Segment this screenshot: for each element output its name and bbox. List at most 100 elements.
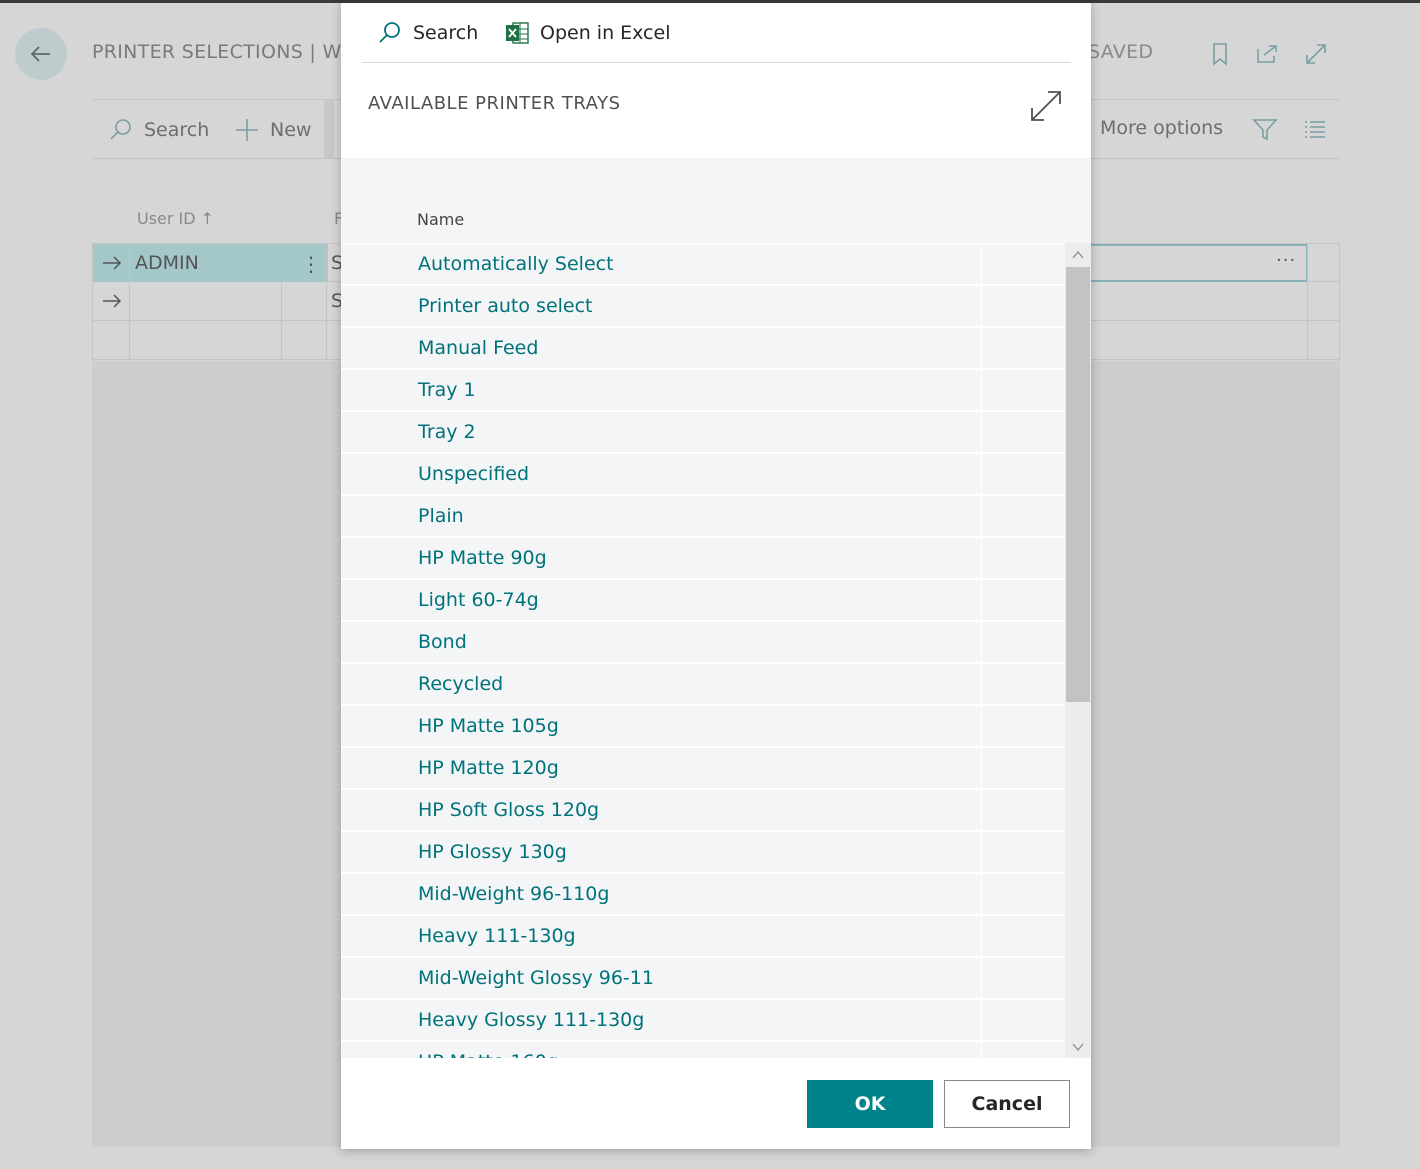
tray-name-link[interactable]: HP Matte 105g (418, 715, 559, 737)
open-in-excel-button[interactable]: Open in Excel (504, 20, 670, 46)
chevron-down-icon[interactable] (1070, 1039, 1086, 1055)
dialog-search-button[interactable]: Search (377, 20, 478, 46)
filter-button[interactable] (1252, 117, 1278, 143)
row-menu-button[interactable]: ⋮ (301, 252, 321, 276)
more-options-label: More options (1100, 117, 1224, 139)
chevron-up-icon[interactable] (1070, 247, 1086, 263)
tray-name-link[interactable]: HP Matte 90g (418, 547, 547, 569)
tray-name-link[interactable]: Recycled (418, 673, 503, 695)
list-item[interactable]: Unspecified (341, 453, 1065, 496)
plus-icon (236, 119, 258, 141)
list-item[interactable]: Automatically Select (341, 243, 1065, 286)
list-item[interactable]: Heavy 111-130g (341, 915, 1065, 958)
expand-page-button[interactable] (1303, 41, 1329, 67)
list-item[interactable]: Plain (341, 495, 1065, 538)
column-header-name[interactable]: Name (417, 210, 464, 229)
list-item[interactable]: Mid-Weight 96-110g (341, 873, 1065, 916)
dialog-title: AVAILABLE PRINTER TRAYS (368, 93, 621, 114)
search-icon (110, 119, 131, 140)
tray-name-link[interactable]: Light 60-74g (418, 589, 539, 611)
list-item[interactable]: HP Matte 90g (341, 537, 1065, 580)
cell-divider (281, 282, 282, 320)
more-options-button[interactable]: More options (1100, 117, 1223, 139)
tray-name-link[interactable]: Mid-Weight 96-110g (418, 883, 609, 905)
list-item[interactable]: HP Matte 160g (341, 1041, 1065, 1058)
cell-divider (326, 244, 327, 282)
scrollbar-thumb[interactable] (1066, 267, 1090, 702)
open-new-window-button[interactable] (1254, 41, 1280, 67)
ok-button[interactable]: OK (807, 1080, 933, 1128)
list-item[interactable]: Mid-Weight Glossy 96-11 (341, 957, 1065, 1000)
column-header-user-id[interactable]: User ID ↑ (137, 209, 214, 228)
dialog-expand-button[interactable] (1029, 89, 1063, 123)
list-item[interactable]: Light 60-74g (341, 579, 1065, 622)
cell-divider (981, 454, 982, 496)
excel-icon (506, 22, 529, 44)
list-view-button[interactable] (1302, 117, 1328, 143)
list-item[interactable]: Manual Feed (341, 327, 1065, 370)
cell-divider (981, 1000, 982, 1042)
cancel-button[interactable]: Cancel (944, 1080, 1070, 1128)
back-button[interactable] (15, 28, 67, 80)
list-icon (1305, 121, 1325, 138)
list-item[interactable]: HP Glossy 130g (341, 831, 1065, 874)
list-item[interactable]: Bond (341, 621, 1065, 664)
user-id-cell[interactable]: ADMIN (135, 252, 199, 274)
cell-divider (981, 580, 982, 622)
printer-trays-dialog: Search Open in Excel AVAILABLE PRINTER T… (341, 3, 1091, 1149)
cell-divider (981, 874, 982, 916)
cell-divider (326, 282, 327, 320)
list-item[interactable]: Tray 2 (341, 411, 1065, 454)
trays-list: Name Automatically Select Printer auto se… (341, 158, 1091, 1058)
list-item[interactable]: Heavy Glossy 111-130g (341, 999, 1065, 1042)
cell-divider (981, 286, 982, 328)
cell-divider (981, 370, 982, 412)
list-item[interactable]: HP Matte 105g (341, 705, 1065, 748)
cell-divider (981, 328, 982, 370)
tray-name-link[interactable]: HP Matte 120g (418, 757, 559, 779)
tray-name-link[interactable]: Bond (418, 631, 467, 653)
bookmark-button[interactable] (1207, 41, 1233, 67)
tray-name-link[interactable]: HP Matte 160g (418, 1051, 559, 1058)
tray-name-link[interactable]: HP Soft Gloss 120g (418, 799, 599, 821)
bookmark-icon (1213, 43, 1227, 66)
cell-divider (129, 321, 130, 359)
cell-divider (1307, 244, 1308, 282)
list-item[interactable]: Tray 1 (341, 369, 1065, 412)
list-item[interactable]: Recycled (341, 663, 1065, 706)
tray-name-link[interactable]: Heavy 111-130g (418, 925, 576, 947)
dialog-search-label: Search (413, 22, 479, 44)
bg-new-label: New (270, 119, 312, 141)
cell-divider (1307, 321, 1308, 359)
arrow-left-icon (30, 46, 50, 62)
bg-search-button[interactable]: Search (108, 117, 209, 143)
cell-divider (1307, 282, 1308, 320)
saved-status: SAVED (1088, 41, 1154, 63)
tray-name-link[interactable]: HP Glossy 130g (418, 841, 567, 863)
cell-divider (981, 496, 982, 538)
tray-name-link[interactable]: Manual Feed (418, 337, 538, 359)
expand-icon (1306, 44, 1326, 64)
bg-new-button[interactable]: New (234, 117, 311, 143)
row-arrow-icon (101, 252, 123, 274)
tray-name-link[interactable]: Unspecified (418, 463, 529, 485)
tray-name-link[interactable]: Heavy Glossy 111-130g (418, 1009, 644, 1031)
list-item[interactable]: HP Matte 120g (341, 747, 1065, 790)
tray-name-link[interactable]: Tray 1 (418, 379, 476, 401)
list-item[interactable]: Printer auto select (341, 285, 1065, 328)
tray-name-link[interactable]: Automatically Select (418, 253, 614, 275)
cell-divider (981, 622, 982, 664)
list-item[interactable]: HP Soft Gloss 120g (341, 789, 1065, 832)
cell-divider (981, 664, 982, 706)
tray-name-link[interactable]: Mid-Weight Glossy 96-11 (418, 967, 654, 989)
dialog-toolbar: Search Open in Excel (362, 3, 1071, 63)
tray-name-link[interactable]: Printer auto select (418, 295, 593, 317)
tray-name-link[interactable]: Tray 2 (418, 421, 476, 443)
filter-icon (1252, 119, 1278, 141)
lookup-button[interactable]: ··· (1276, 250, 1296, 271)
toolbar-divider (324, 100, 334, 158)
cell-divider (129, 244, 130, 282)
tray-name-link[interactable]: Plain (418, 505, 464, 527)
list-scrollbar[interactable] (1065, 243, 1091, 1058)
trays-list-body: Automatically Select Printer auto select M… (341, 243, 1065, 1058)
